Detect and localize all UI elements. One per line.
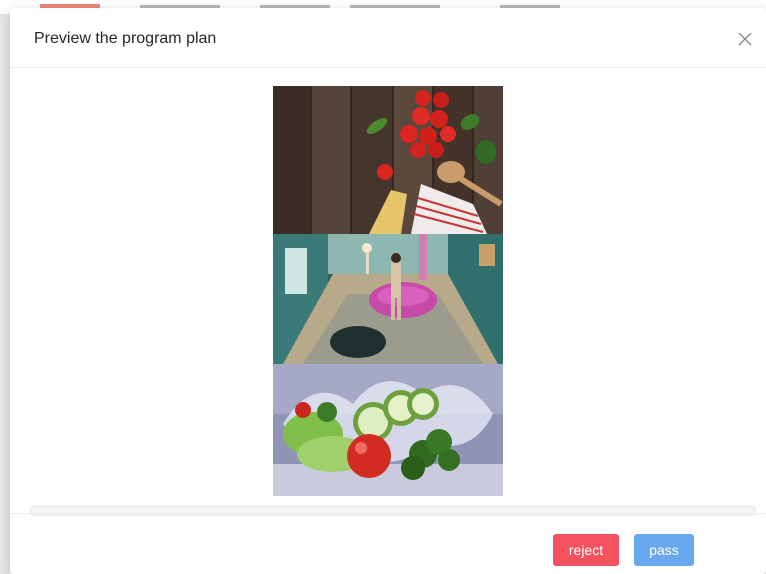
pass-button[interactable]: pass [634, 534, 694, 566]
modal-footer: reject pass [10, 513, 766, 574]
image-stack [273, 86, 503, 496]
food-image [273, 86, 503, 234]
reject-button[interactable]: reject [553, 534, 619, 566]
background-sidebar [0, 14, 10, 574]
close-icon [738, 32, 752, 46]
modal-title: Preview the program plan [34, 30, 217, 47]
salad-image [273, 364, 503, 496]
modal-body [10, 68, 766, 513]
modal-header: Preview the program plan [10, 8, 766, 68]
room-image [273, 234, 503, 364]
close-button[interactable] [734, 28, 756, 50]
preview-modal: Preview the program plan reject pass [10, 8, 766, 574]
